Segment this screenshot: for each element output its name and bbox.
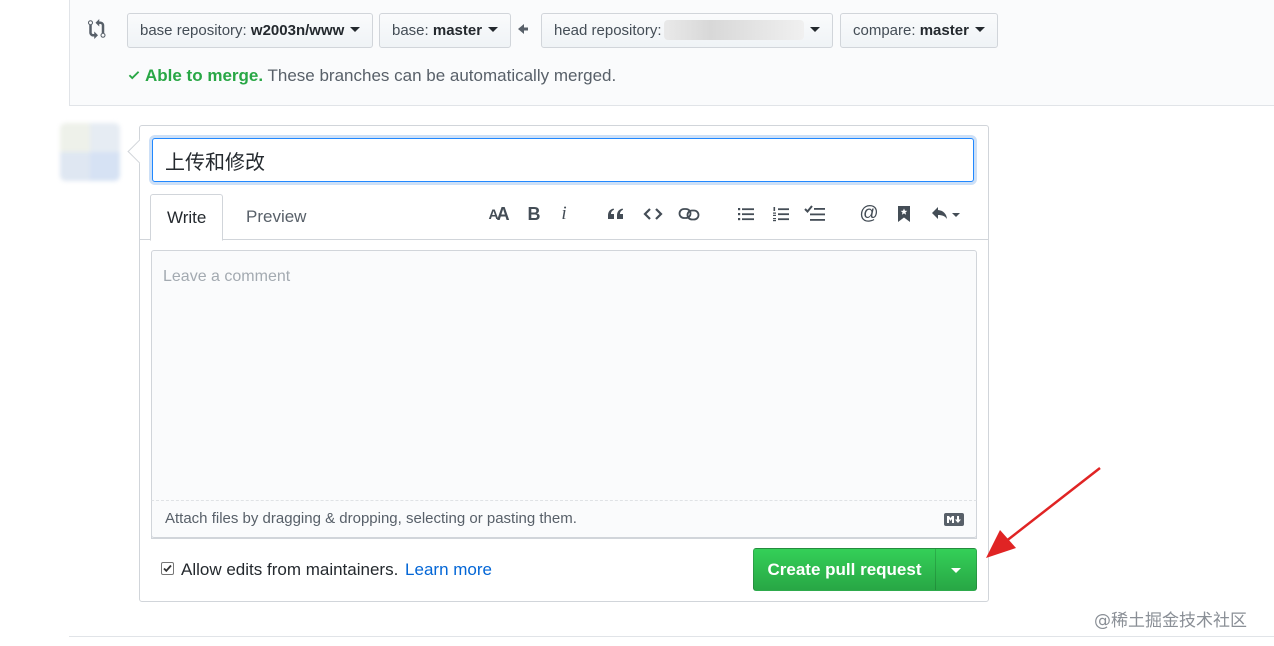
- caret-down-icon: [350, 26, 361, 32]
- base-repository-prefix: base repository:: [140, 22, 247, 39]
- head-repository-select[interactable]: head repository:: [541, 13, 833, 48]
- create-pull-request-button[interactable]: Create pull request: [753, 548, 936, 591]
- merge-status-message: These branches can be automatically merg…: [263, 66, 617, 85]
- text-size-icon[interactable]: AA: [486, 202, 510, 226]
- redacted-repository-name: [663, 20, 804, 41]
- bookmark-icon[interactable]: [892, 202, 916, 226]
- create-pull-request-dropdown[interactable]: [935, 548, 977, 591]
- bold-icon[interactable]: B: [522, 202, 546, 226]
- base-repository-select[interactable]: base repository: w2003n/www: [127, 13, 374, 48]
- compare-branch-value: master: [919, 22, 969, 39]
- quote-icon[interactable]: [604, 202, 628, 226]
- task-list-icon[interactable]: [803, 202, 827, 226]
- caret-down-icon: [951, 568, 961, 573]
- merge-status-ok: Able to merge.: [145, 66, 264, 85]
- ordered-list-icon[interactable]: [769, 202, 793, 226]
- mention-icon[interactable]: @: [857, 202, 881, 226]
- merge-status: Able to merge. These branches can be aut…: [127, 66, 616, 86]
- tab-write[interactable]: Write: [150, 194, 224, 241]
- comment-placeholder: Leave a comment: [163, 268, 291, 285]
- base-repository-value: w2003n/www: [250, 22, 345, 39]
- check-icon: [128, 71, 140, 80]
- avatar[interactable]: [60, 123, 120, 181]
- learn-more-link[interactable]: Learn more: [405, 560, 492, 579]
- git-compare-icon: [88, 19, 106, 39]
- allow-edits-label: Allow edits from maintainers.: [181, 560, 399, 579]
- allow-edits-row: Allow edits from maintainers. Learn more: [161, 560, 492, 580]
- comment-textarea[interactable]: Leave a comment: [151, 250, 977, 539]
- caret-down-icon: [809, 26, 820, 32]
- divider: [69, 636, 1274, 637]
- pull-request-composer: Write Preview AA B i @ Leave a comment A…: [139, 125, 989, 602]
- tab-preview[interactable]: Preview: [230, 194, 322, 241]
- head-repository-prefix: head repository:: [554, 22, 662, 39]
- compare-branch-select[interactable]: compare: master: [840, 13, 998, 48]
- arrow-left-icon: [518, 24, 528, 34]
- compare-branch-prefix: compare:: [853, 22, 916, 39]
- pull-request-title-input[interactable]: [152, 138, 974, 182]
- allow-edits-checkbox[interactable]: [161, 562, 174, 576]
- code-icon[interactable]: [641, 202, 665, 226]
- link-icon[interactable]: [677, 202, 701, 226]
- caret-down-icon: [974, 26, 985, 32]
- watermark: @稀土掘金技术社区: [1094, 611, 1247, 631]
- base-branch-select[interactable]: base: master: [379, 13, 512, 48]
- base-branch-value: master: [432, 22, 483, 39]
- italic-icon[interactable]: i: [552, 202, 576, 226]
- reply-icon[interactable]: [930, 202, 964, 226]
- unordered-list-icon[interactable]: [734, 202, 758, 226]
- caret-down-icon: [488, 26, 499, 32]
- markdown-icon[interactable]: [944, 513, 964, 526]
- attach-files-text: Attach files by dragging & dropping, sel…: [165, 510, 577, 527]
- base-branch-prefix: base:: [392, 22, 429, 39]
- attach-files-bar[interactable]: Attach files by dragging & dropping, sel…: [151, 500, 977, 538]
- annotation-arrow-icon: [986, 467, 1101, 558]
